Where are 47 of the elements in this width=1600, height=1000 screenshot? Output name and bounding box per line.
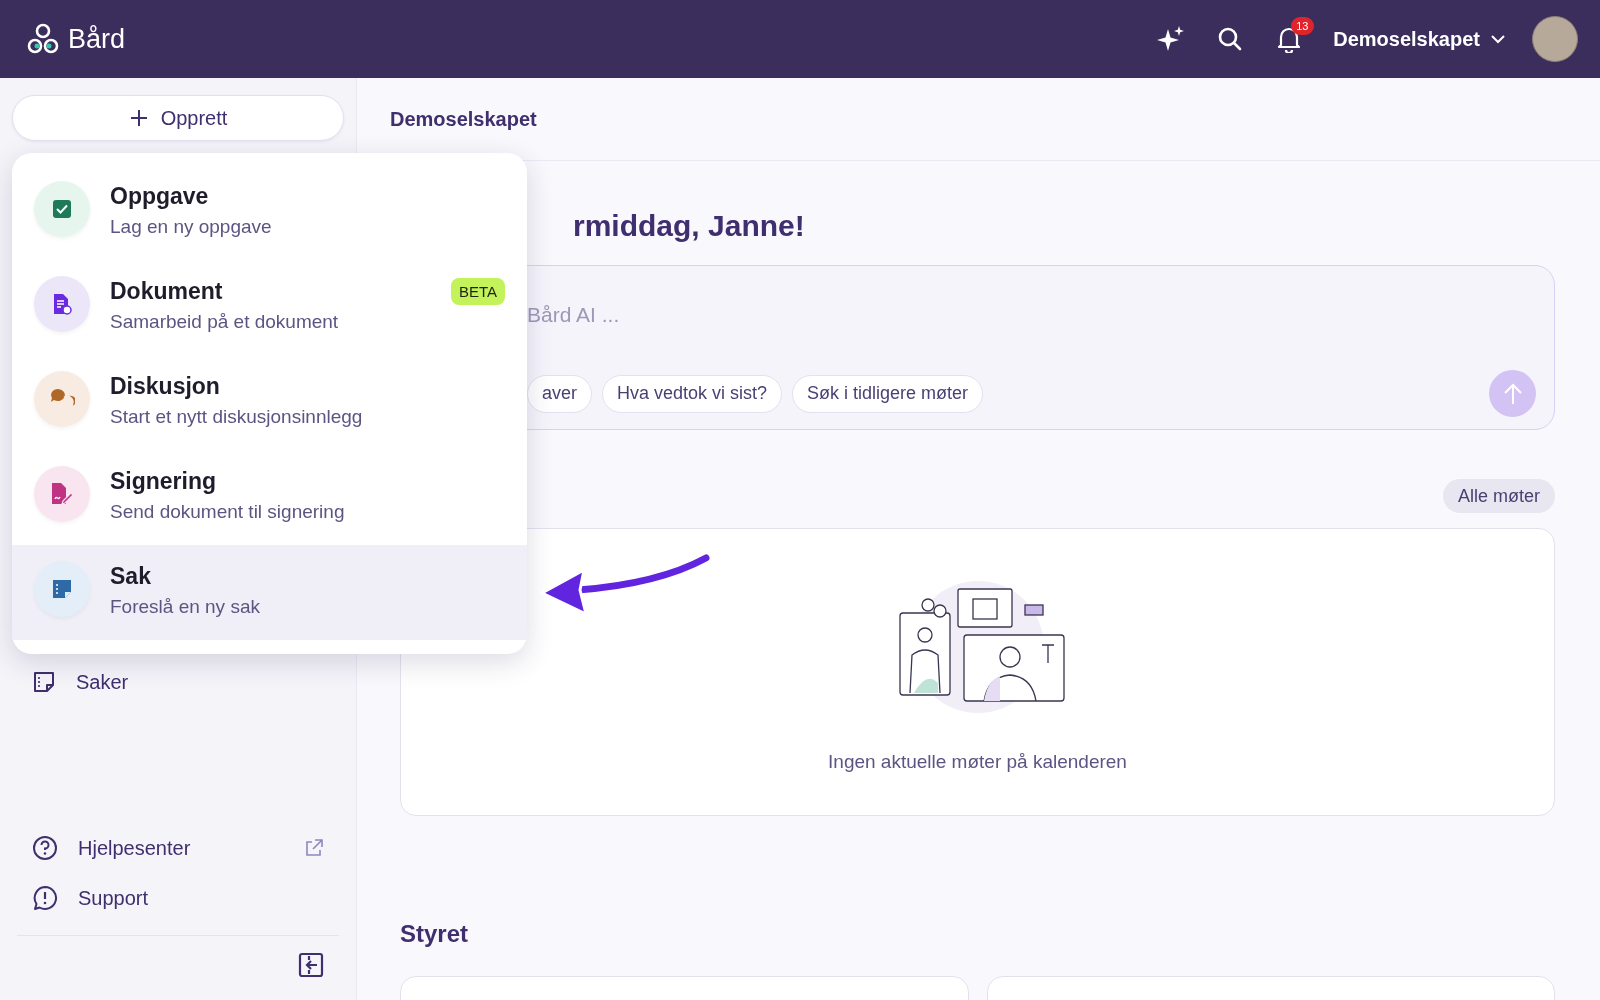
all-meetings-button[interactable]: Alle møter xyxy=(1443,479,1555,513)
note-icon xyxy=(52,579,72,599)
menu-item-description: Send dokument til signering xyxy=(110,501,346,523)
menu-item-title: Sak xyxy=(110,563,152,590)
document-icon xyxy=(52,293,72,315)
menu-item-title: Diskusjon xyxy=(110,373,221,400)
checkbox-icon xyxy=(52,199,72,219)
menu-item-description: Start et nytt diskusjonsinnlegg xyxy=(110,406,364,428)
empty-state-text: Ingen aktuelle møter på kalenderen xyxy=(828,751,1127,773)
organization-switcher[interactable]: Demoselskapet xyxy=(1333,27,1506,51)
menu-item-title: Signering xyxy=(110,468,218,495)
collapse-sidebar-icon[interactable] xyxy=(298,952,324,978)
sidebar-item[interactable]: Saker xyxy=(12,657,344,707)
avatar[interactable] xyxy=(1532,16,1578,62)
greeting-heading: rmiddag, Janne! xyxy=(573,209,806,243)
suggestion-chip[interactable]: Søk i tidligere møter xyxy=(792,374,984,413)
menu-item-title: Dokument xyxy=(110,278,224,305)
suggestion-chip[interactable]: Hva vedtok vi sist? xyxy=(602,374,783,413)
alert-chat-icon xyxy=(32,885,58,911)
search-icon[interactable] xyxy=(1217,26,1244,52)
brand-name: Bård xyxy=(68,23,126,55)
external-link-icon xyxy=(304,838,324,858)
menu-item[interactable]: Oppgave Lag en ny oppgave xyxy=(12,165,527,260)
plus-icon xyxy=(128,108,149,128)
notification-count: 13 xyxy=(1291,17,1314,35)
menu-item-title: Oppgave xyxy=(110,183,210,210)
logo-icon xyxy=(26,22,60,56)
menu-item-description: Lag en ny oppgave xyxy=(110,216,273,238)
suggestion-chip[interactable]: aver xyxy=(527,374,592,413)
create-button[interactable]: Opprett xyxy=(12,95,344,141)
breadcrumb[interactable]: Demoselskapet xyxy=(390,107,537,131)
menu-item-description: Samarbeid på et dokument xyxy=(110,311,340,333)
menu-item[interactable]: Dokument Samarbeid på et dokument BETA xyxy=(12,260,527,355)
menu-item[interactable]: Sak Foreslå en ny sak xyxy=(12,545,527,640)
ai-prompt-field[interactable]: Bård AI ... xyxy=(527,300,1536,330)
menu-item[interactable]: Signering Send dokument til signering xyxy=(12,450,527,545)
chevron-down-icon xyxy=(1490,34,1506,44)
menu-item-description: Foreslå en ny sak xyxy=(110,596,261,618)
note-icon xyxy=(32,670,56,694)
menu-item[interactable]: Diskusjon Start et nytt diskusjonsinnlegg xyxy=(12,355,527,450)
section-heading: Styret xyxy=(400,920,470,948)
arrow-up-icon xyxy=(1502,381,1523,406)
sidebar-item[interactable]: Hjelpesenter xyxy=(12,823,344,873)
sign-document-icon xyxy=(50,482,74,506)
sidebar-item[interactable]: Support xyxy=(12,873,344,923)
beta-badge: BETA xyxy=(450,278,505,305)
help-icon xyxy=(32,835,58,861)
